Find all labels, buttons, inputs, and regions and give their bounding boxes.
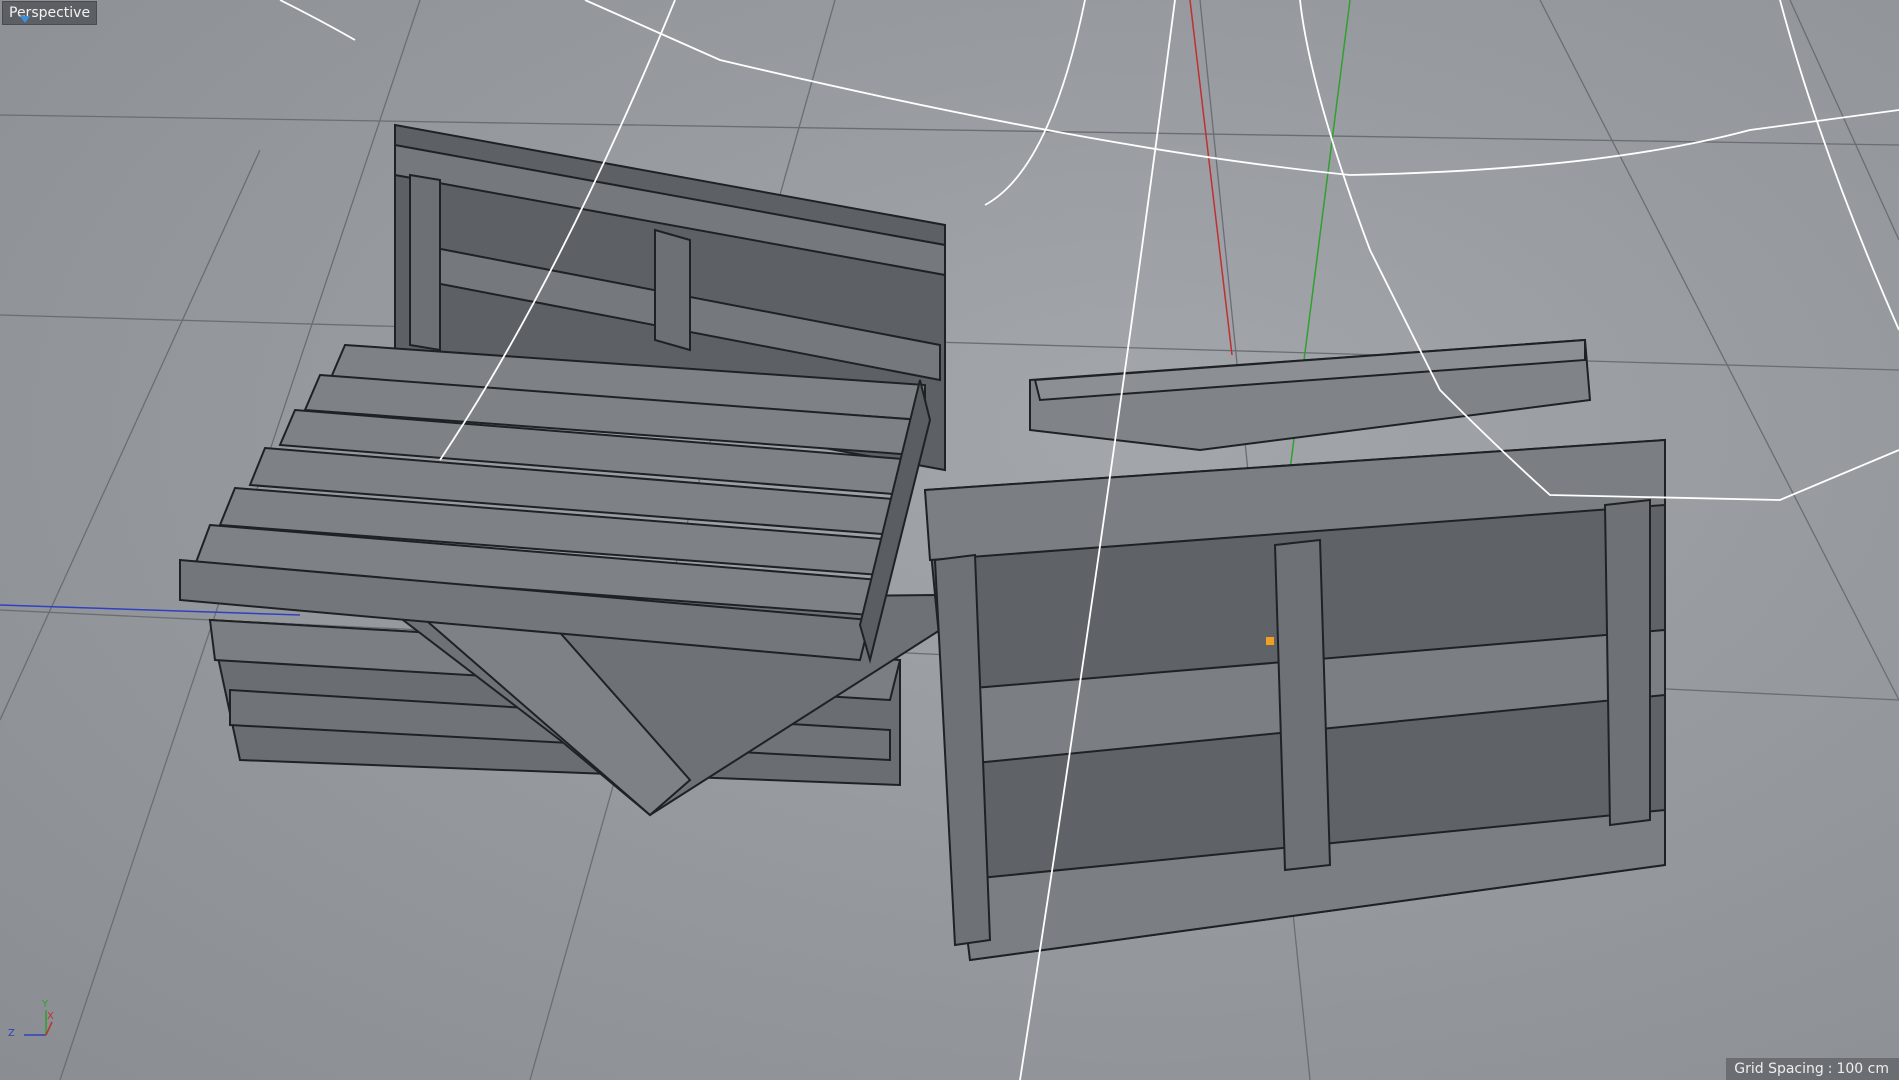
axis-x-label: X bbox=[47, 1011, 54, 1022]
spline-b bbox=[584, 0, 1899, 176]
spline-g bbox=[1779, 0, 1899, 331]
pallet-front-right[interactable] bbox=[923, 438, 1666, 962]
axis-y-label: Y bbox=[42, 999, 49, 1010]
3d-viewport[interactable]: Perspective Y X Z Grid Spacing:100 cm bbox=[0, 0, 1899, 1080]
spline-d bbox=[984, 0, 1086, 206]
triangle-down-icon bbox=[20, 16, 30, 23]
grid-spacing-readout: Grid Spacing:100 cm bbox=[1726, 1058, 1899, 1080]
viewport-canvas[interactable] bbox=[0, 0, 1899, 1080]
axis-gizmo-graphic bbox=[24, 1010, 53, 1036]
spline-a bbox=[279, 0, 356, 41]
grid-spacing-label: Grid Spacing bbox=[1734, 1061, 1824, 1077]
view-name-label[interactable]: Perspective bbox=[2, 1, 98, 25]
axis-z-label: Z bbox=[8, 1028, 15, 1039]
grid-spacing-value: 100 cm bbox=[1836, 1061, 1889, 1077]
pallet-top-right[interactable] bbox=[1029, 338, 1592, 452]
selection-handle[interactable] bbox=[1266, 637, 1274, 645]
x-axis-line bbox=[1189, 0, 1233, 356]
axis-gizmo-icon: Y X Z bbox=[6, 999, 56, 1050]
